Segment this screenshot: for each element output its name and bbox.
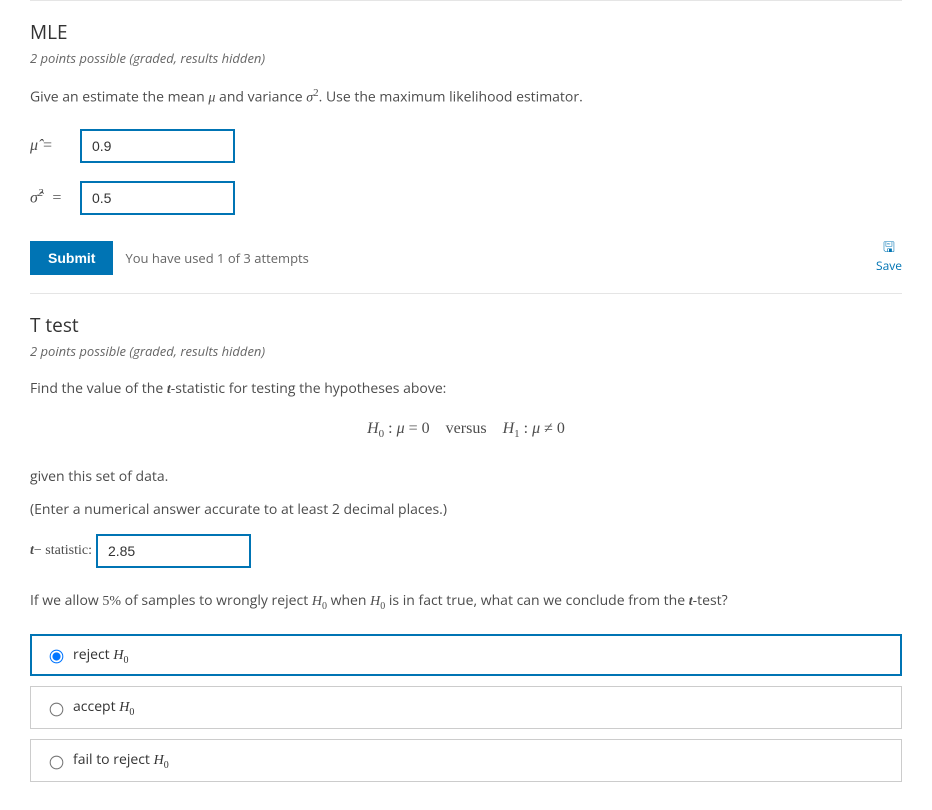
mu-input[interactable] [80,129,235,163]
mle-prompt-post: . Use the maximum likelihood estimator. [319,88,583,107]
radio-reject-label: reject H0 [73,645,128,666]
t-statistic-label: t− statistic: [30,543,92,559]
save-button[interactable]: 🖫 Save [876,241,902,274]
sigma2-input-row: σ̂2 = [30,181,902,215]
h0-symbol-2: H0 [370,594,385,609]
conclude-prompt: If we allow 5% of samples to wrongly rej… [30,590,902,614]
radio-option-fail[interactable]: fail to reject H0 [30,739,902,782]
conclude-mid3: is in fact true, what can we conclude fr… [385,591,689,610]
ttest-section: T test 2 points possible (graded, result… [30,294,902,810]
conclude-mid2: when [327,591,370,610]
conclude-percent: 5% [102,594,121,609]
submit-button[interactable]: Submit [30,241,113,275]
radio-reject[interactable] [50,650,64,664]
mle-section: MLE 2 points possible (graded, results h… [30,1,902,293]
sigma2-hat-label: σ̂2 = [30,187,80,207]
given-text: given this set of data. [30,466,902,487]
attempts-text: You have used 1 of 3 attempts [125,249,308,267]
h0-symbol-1: H0 [312,594,327,609]
save-label: Save [876,257,902,274]
ttest-prompt1: Find the value of the t-statistic for te… [30,378,902,400]
radio-option-reject[interactable]: reject H0 [30,634,902,677]
radio-fail[interactable] [50,755,64,769]
ttest-points: 2 points possible (graded, results hidde… [30,342,902,360]
conclude-post: -test? [693,591,728,610]
sigma2-input[interactable] [80,181,235,215]
mu-input-row: μ̂ = [30,129,902,163]
radio-accept[interactable] [50,703,64,717]
mu-hat-label: μ̂ = [30,137,80,155]
ttest-title: T test [30,312,902,338]
radio-fail-label: fail to reject H0 [73,750,169,771]
hypothesis-display: H0 : μ = 0 versus H1 : μ ≠ 0 [30,420,902,440]
mle-title: MLE [30,19,902,45]
conclude-mid: of samples to wrongly reject [121,591,312,610]
enter-text: (Enter a numerical answer accurate to at… [30,499,902,520]
t-statistic-input[interactable] [96,534,251,568]
ttest-prompt1-pre: Find the value of the [30,379,167,398]
radio-option-accept[interactable]: accept H0 [30,686,902,729]
save-icon: 🖫 [876,241,902,255]
mle-points: 2 points possible (graded, results hidde… [30,49,902,67]
mle-submit-row: Submit You have used 1 of 3 attempts 🖫 S… [30,241,902,275]
ttest-prompt1-post: -statistic for testing the hypotheses ab… [171,379,447,398]
t-input-row: t− statistic: [30,534,902,568]
mle-prompt-pre: Give an estimate the mean [30,88,208,107]
mle-prompt-mid: and variance [215,88,306,107]
conclude-pre: If we allow [30,591,102,610]
radio-accept-label: accept H0 [73,697,134,718]
mle-prompt: Give an estimate the mean μ and variance… [30,85,902,109]
